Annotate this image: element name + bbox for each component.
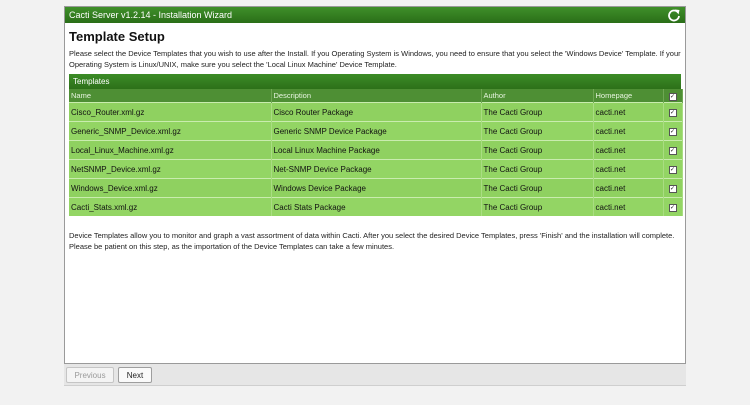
template-name-cell: Cacti_Stats.xml.gz [69,197,272,216]
table-row[interactable]: Cacti_Stats.xml.gz Cacti Stats Package The… [69,197,683,216]
installation-wizard: Cacti Server v1.2.14 - Installation Wiza… [64,6,686,364]
template-description-cell: Windows Device Package [271,178,482,198]
template-checkbox[interactable]: ✓ [668,166,677,174]
template-checkbox[interactable]: ✓ [668,147,677,155]
templates-table: Name Description Author Homepage ✓ Cisco… [69,89,683,216]
template-homepage-cell: cacti.net [593,102,664,122]
table-row[interactable]: Local_Linux_Machine.xml.gz Local Linux Ma… [69,140,683,160]
window-titlebar: Cacti Server v1.2.14 - Installation Wiza… [65,7,685,23]
template-homepage-cell: cacti.net [593,121,664,141]
template-checkbox[interactable]: ✓ [668,109,677,117]
table-header-row: Name Description Author Homepage ✓ [69,89,683,103]
template-homepage-cell: cacti.net [593,197,664,216]
next-button[interactable]: Next [118,367,152,383]
template-name-cell: Windows_Device.xml.gz [69,178,272,198]
wizard-footer: Previous Next [64,364,686,386]
page-title: Template Setup [69,29,165,44]
template-author-cell: The Cacti Group [481,178,594,198]
template-select-cell: ✓ [663,178,683,198]
template-select-cell: ✓ [663,140,683,160]
template-select-cell: ✓ [663,102,683,122]
template-description-cell: Generic SNMP Device Package [271,121,482,141]
window-title: Cacti Server v1.2.14 - Installation Wiza… [69,10,233,20]
template-description-cell: Cisco Router Package [271,102,482,122]
template-description-cell: Cacti Stats Package [271,197,482,216]
template-select-cell: ✓ [663,197,683,216]
template-checkbox[interactable]: ✓ [668,128,677,136]
previous-button[interactable]: Previous [66,367,114,383]
template-homepage-cell: cacti.net [593,178,664,198]
template-name-cell: Cisco_Router.xml.gz [69,102,272,122]
outro-text: Device Templates allow you to monitor an… [69,231,675,251]
column-header-author[interactable]: Author [481,89,594,103]
template-name-cell: Local_Linux_Machine.xml.gz [69,140,272,160]
template-author-cell: The Cacti Group [481,197,594,216]
template-description-cell: Net-SNMP Device Package [271,159,482,179]
table-row[interactable]: Cisco_Router.xml.gz Cisco Router Package T… [69,102,683,122]
template-author-cell: The Cacti Group [481,159,594,179]
table-row[interactable]: Generic_SNMP_Device.xml.gz Generic SNMP D… [69,121,683,141]
table-row[interactable]: Windows_Device.xml.gz Windows Device Pack… [69,178,683,198]
template-author-cell: The Cacti Group [481,102,594,122]
template-select-cell: ✓ [663,121,683,141]
template-author-cell: The Cacti Group [481,140,594,160]
column-header-description[interactable]: Description [271,89,482,103]
intro-text: Please select the Device Templates that … [69,49,681,69]
table-row[interactable]: NetSNMP_Device.xml.gz Net-SNMP Device Pac… [69,159,683,179]
column-header-name[interactable]: Name [69,89,272,103]
template-homepage-cell: cacti.net [593,159,664,179]
template-name-cell: Generic_SNMP_Device.xml.gz [69,121,272,141]
refresh-icon[interactable] [667,8,681,22]
column-header-homepage[interactable]: Homepage [593,89,664,103]
template-checkbox[interactable]: ✓ [668,185,677,193]
template-description-cell: Local Linux Machine Package [271,140,482,160]
select-all-checkbox[interactable]: ✓ [668,92,677,101]
template-homepage-cell: cacti.net [593,140,664,160]
template-author-cell: The Cacti Group [481,121,594,141]
template-name-cell: NetSNMP_Device.xml.gz [69,159,272,179]
template-select-cell: ✓ [663,159,683,179]
templates-panel-title: Templates [69,74,681,89]
template-checkbox[interactable]: ✓ [668,204,677,212]
